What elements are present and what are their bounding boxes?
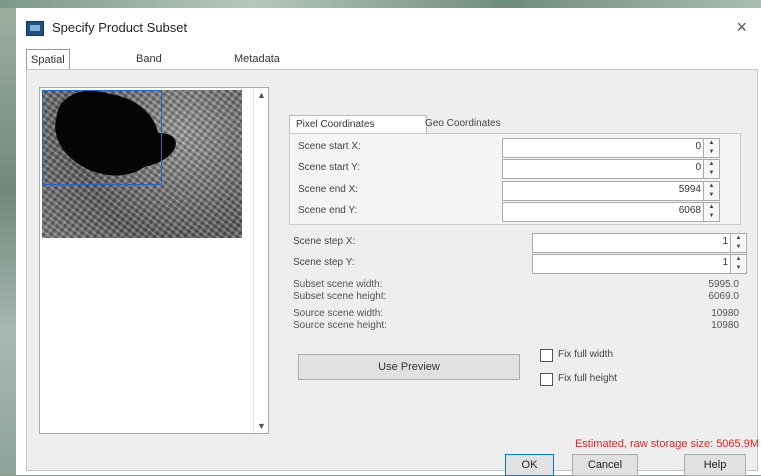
fix-full-width-checkbox[interactable]: [540, 349, 553, 362]
spinner-arrows-icon[interactable]: ▲ ▼: [730, 255, 746, 273]
scene-end-x-value: 5994: [678, 184, 701, 195]
tab-metadata-subset[interactable]: Metadata Subset: [234, 49, 280, 85]
tab-pixel-coordinates[interactable]: Pixel Coordinates: [289, 115, 427, 134]
pixel-coordinates-body: Scene start X: 0 ▲ ▼ Scene start Y: 0 ▲ ▼ …: [289, 133, 741, 225]
scene-step-x-label: Scene step X:: [293, 236, 356, 247]
ok-button[interactable]: OK: [505, 454, 554, 476]
thumbnail-panel: ▲ ▼: [39, 87, 269, 434]
scene-start-x-row: Scene start X: 0 ▲ ▼: [298, 138, 728, 158]
scene-start-y-row: Scene start Y: 0 ▲ ▼: [298, 159, 728, 179]
scene-start-x-spinner[interactable]: 0 ▲ ▼: [502, 138, 720, 158]
spatial-subset-panel: ▲ ▼ Pixel Coordinates Geo Coordinates Sc…: [26, 69, 758, 471]
tab-band-subset[interactable]: Band Subset: [136, 49, 170, 85]
source-height-label: Source scene height:: [293, 320, 387, 331]
spinner-arrows-icon[interactable]: ▲ ▼: [703, 160, 719, 178]
tab-spatial-subset[interactable]: Spatial Subset: [26, 49, 71, 86]
fix-full-height-label: Fix full height: [558, 373, 617, 384]
storage-estimate: Estimated, raw storage size: 5065.9M: [574, 438, 759, 450]
scene-end-x-spinner[interactable]: 5994 ▲ ▼: [502, 181, 720, 201]
app-icon: [26, 21, 44, 36]
scroll-down-icon[interactable]: ▼: [257, 421, 266, 431]
source-width-label: Source scene width:: [293, 308, 384, 319]
scene-end-x-label: Scene end X:: [298, 184, 359, 195]
dialog-title: Specify Product Subset: [52, 20, 188, 35]
help-button[interactable]: Help: [684, 454, 746, 476]
scene-step-x-spinner[interactable]: 1 ▲ ▼: [532, 233, 747, 253]
spinner-arrows-icon[interactable]: ▲ ▼: [703, 182, 719, 200]
scene-start-x-value: 0: [695, 141, 701, 152]
scene-end-y-value: 6068: [678, 205, 701, 216]
scene-end-y-spinner[interactable]: 6068 ▲ ▼: [502, 202, 720, 222]
scene-start-y-label: Scene start Y:: [298, 162, 361, 173]
scene-start-y-spinner[interactable]: 0 ▲ ▼: [502, 159, 720, 179]
desktop-background-top: [0, 0, 761, 8]
scroll-up-icon[interactable]: ▲: [257, 90, 266, 100]
tab-geo-coordinates[interactable]: Geo Coordinates: [425, 115, 545, 133]
close-icon[interactable]: ×: [736, 17, 747, 38]
scene-end-y-row: Scene end Y: 6068 ▲ ▼: [298, 202, 728, 222]
desktop-background-left: [0, 0, 16, 475]
subset-selection-box[interactable]: [42, 90, 162, 185]
scene-end-y-label: Scene end Y:: [298, 205, 358, 216]
spinner-arrows-icon[interactable]: ▲ ▼: [703, 139, 719, 157]
use-preview-button[interactable]: Use Preview: [298, 354, 520, 380]
subset-height-value: 6069.0: [708, 291, 739, 302]
scene-step-x-value: 1: [722, 236, 728, 247]
fix-full-height-checkbox[interactable]: [540, 373, 553, 386]
spinner-arrows-icon[interactable]: ▲ ▼: [730, 234, 746, 252]
scene-start-y-value: 0: [695, 162, 701, 173]
thumbnail-scrollbar[interactable]: ▲ ▼: [253, 88, 268, 433]
scene-step-y-spinner[interactable]: 1 ▲ ▼: [532, 254, 747, 274]
subset-width-label: Subset scene width:: [293, 279, 383, 290]
scene-step-y-value: 1: [722, 257, 728, 268]
scene-step-y-label: Scene step Y:: [293, 257, 355, 268]
subset-dialog: Specify Product Subset × Spatial Subset …: [16, 8, 761, 476]
scene-step-x-row: Scene step X: 1 ▲ ▼: [293, 233, 747, 253]
scene-end-x-row: Scene end X: 5994 ▲ ▼: [298, 181, 728, 201]
coordinates-box: Pixel Coordinates Geo Coordinates Scene …: [289, 115, 741, 225]
fix-full-width-label: Fix full width: [558, 349, 614, 360]
scene-start-x-label: Scene start X:: [298, 141, 361, 152]
scene-thumbnail[interactable]: [42, 90, 242, 238]
title-bar: Specify Product Subset ×: [16, 8, 761, 46]
subset-width-value: 5995.0: [708, 279, 739, 290]
subset-height-label: Subset scene height:: [293, 291, 387, 302]
cancel-button[interactable]: Cancel: [572, 454, 638, 476]
scene-step-y-row: Scene step Y: 1 ▲ ▼: [293, 254, 747, 274]
source-width-value: 10980: [711, 308, 739, 319]
spinner-arrows-icon[interactable]: ▲ ▼: [703, 203, 719, 221]
source-height-value: 10980: [711, 320, 739, 331]
